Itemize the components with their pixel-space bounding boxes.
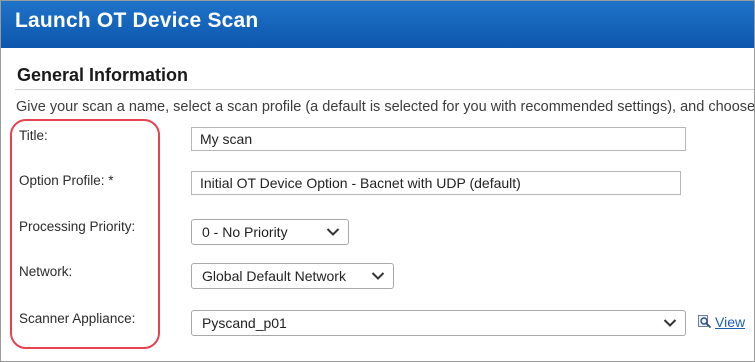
dialog-titlebar: Launch OT Device Scan xyxy=(1,1,754,48)
view-link-label: View xyxy=(715,314,746,330)
scanner-appliance-select[interactable]: Pyscand_p01 xyxy=(191,310,686,336)
scanner-appliance-selected: Pyscand_p01 xyxy=(202,315,287,331)
chevron-down-icon xyxy=(371,272,385,280)
launch-ot-device-scan-dialog: Launch OT Device Scan General Informatio… xyxy=(0,0,755,362)
section-heading: General Information xyxy=(17,65,189,85)
option-profile-field[interactable]: Initial OT Device Option - Bacnet with U… xyxy=(191,171,681,195)
processing-priority-select[interactable]: 0 - No Priority xyxy=(191,219,349,245)
title-input[interactable]: My scan xyxy=(191,127,686,151)
option-profile-value: Initial OT Device Option - Bacnet with U… xyxy=(200,175,521,191)
dialog-title: Launch OT Device Scan xyxy=(15,9,259,32)
section-divider xyxy=(15,89,754,90)
chevron-down-icon xyxy=(326,228,340,236)
processing-priority-selected: 0 - No Priority xyxy=(202,224,288,240)
labels-highlight-annotation xyxy=(10,119,160,349)
network-select[interactable]: Global Default Network xyxy=(191,263,394,289)
title-input-value: My scan xyxy=(200,131,253,147)
chevron-down-icon xyxy=(663,319,677,327)
view-scanner-appliance-link[interactable]: View xyxy=(698,314,745,330)
section-intro-text: Give your scan a name, select a scan pro… xyxy=(16,99,755,115)
network-selected: Global Default Network xyxy=(202,268,346,284)
magnifier-icon xyxy=(698,315,712,329)
